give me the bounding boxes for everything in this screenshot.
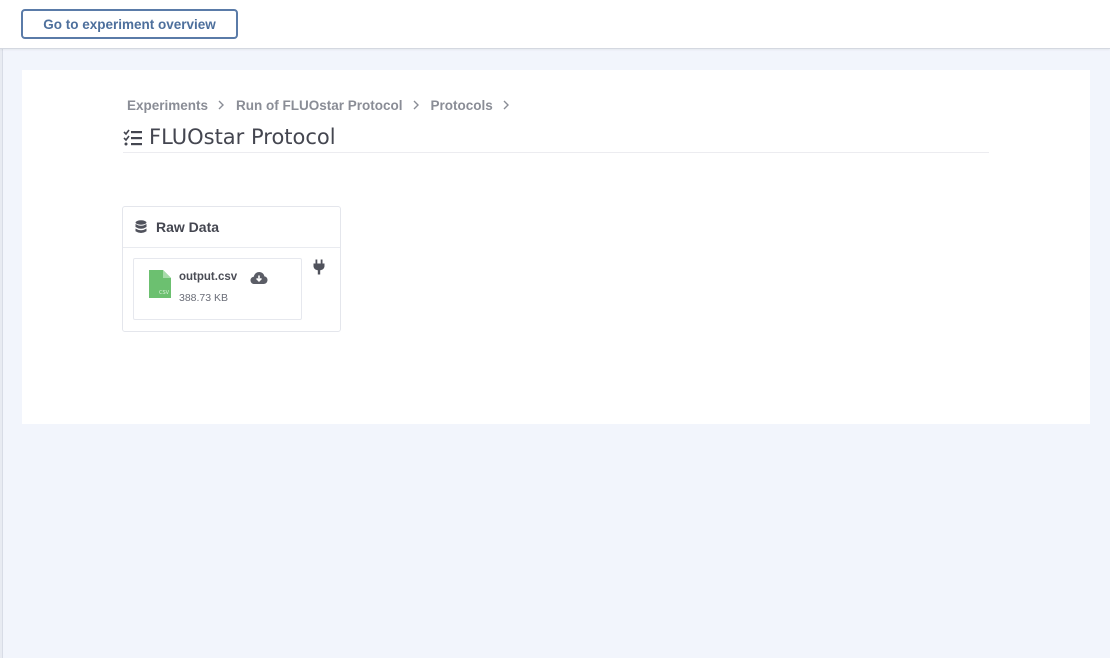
- top-bar: Go to experiment overview: [0, 0, 1110, 49]
- raw-data-card-title: Raw Data: [156, 219, 220, 235]
- page-title: FLUOstar Protocol: [123, 122, 336, 152]
- plug-icon[interactable]: [313, 259, 325, 275]
- raw-data-card: Raw Data CSV output.csv 388.73 KB: [122, 206, 341, 332]
- file-size: 388.73 KB: [179, 292, 229, 304]
- csv-file-icon: CSV: [148, 269, 172, 299]
- window-left-edge: [0, 0, 3, 658]
- title-divider: [123, 152, 989, 153]
- raw-data-card-header: Raw Data: [123, 207, 340, 248]
- page-title-text: FLUOstar Protocol: [149, 125, 336, 149]
- breadcrumb-run-of-fluostar-protocol[interactable]: Run of FLUOstar Protocol: [236, 98, 403, 113]
- database-icon: [135, 220, 147, 234]
- breadcrumb-protocols[interactable]: Protocols: [431, 98, 493, 113]
- go-to-experiment-overview-button[interactable]: Go to experiment overview: [21, 9, 238, 39]
- list-check-icon: [123, 128, 143, 146]
- breadcrumb: Experiments Run of FLUOstar Protocol Pro…: [127, 96, 521, 114]
- file-name: output.csv: [179, 271, 238, 283]
- main-panel: Experiments Run of FLUOstar Protocol Pro…: [22, 70, 1090, 424]
- chevron-right-icon: [410, 99, 422, 111]
- breadcrumb-experiments[interactable]: Experiments: [127, 98, 208, 113]
- file-tile-output-csv[interactable]: CSV output.csv 388.73 KB: [133, 258, 302, 320]
- chevron-right-icon: [500, 99, 512, 111]
- cloud-download-icon[interactable]: [250, 270, 268, 284]
- chevron-right-icon: [215, 99, 227, 111]
- svg-text:CSV: CSV: [159, 290, 170, 296]
